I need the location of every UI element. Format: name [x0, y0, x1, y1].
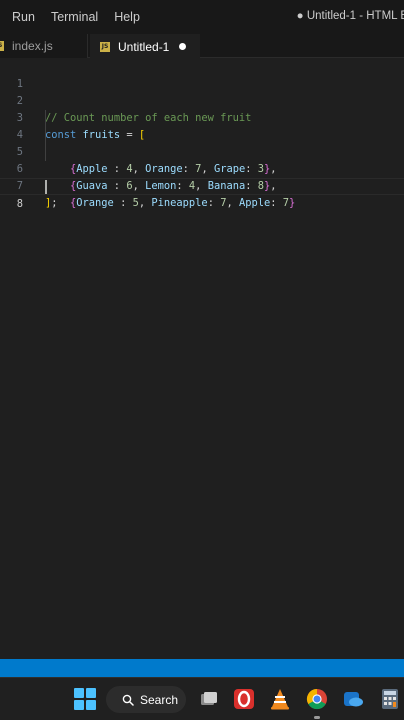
menu-help[interactable]: Help [114, 10, 140, 24]
tab-label: index.js [12, 39, 53, 53]
search-label: Search [140, 692, 179, 707]
task-view-icon[interactable] [197, 687, 221, 711]
tab-index-js[interactable]: JS index.js [0, 34, 88, 58]
tab-untitled-1[interactable]: JS Untitled-1 [90, 34, 200, 59]
menu-run[interactable]: Run [12, 10, 35, 24]
text-cursor [45, 180, 47, 194]
chrome-running-indicator [314, 716, 320, 719]
code-comma: , [138, 197, 152, 209]
windows-taskbar: Search [0, 677, 404, 720]
code-property: Pineapple [151, 197, 208, 209]
line-number: 8 [16, 198, 23, 210]
opera-icon[interactable] [232, 687, 256, 711]
status-bar [0, 659, 404, 677]
taskbar-search-button[interactable]: Search [106, 686, 186, 713]
code-separator: : [270, 197, 283, 209]
js-file-icon: JS [0, 41, 4, 51]
code-line: 2 // Count number of each new fruit [0, 76, 404, 124]
indent-guide [45, 110, 46, 127]
code-comma: , [226, 197, 239, 209]
calculator-icon[interactable] [378, 687, 402, 711]
code-property: Apple [238, 197, 271, 209]
vlc-icon[interactable] [268, 687, 292, 711]
search-icon [122, 694, 134, 706]
code-line-current: 8 [0, 178, 404, 210]
code-semicolon: ; [51, 197, 58, 209]
indent-guide [45, 127, 46, 144]
code-line: 6 {Orange : 5, Pineapple: 7, Apple: 7} [0, 144, 404, 209]
chrome-icon[interactable] [305, 687, 329, 711]
editor-tab-bar: JS index.js JS Untitled-1 [0, 34, 404, 59]
code-line: 1 [0, 59, 404, 90]
code-separator: : [207, 197, 221, 209]
code-property: Orange [76, 197, 114, 209]
code-line: 3 const fruits = [ [0, 93, 404, 141]
code-line: 7 ]; [0, 161, 404, 209]
tab-label: Untitled-1 [118, 39, 170, 54]
menu-bar: Run Terminal Help ● Untitled-1 - HTML E [0, 0, 404, 34]
menu-terminal[interactable]: Terminal [51, 10, 98, 24]
window-title: ● Untitled-1 - HTML E [296, 10, 404, 22]
unsaved-dot-icon[interactable] [179, 43, 187, 50]
onedrive-icon[interactable] [341, 687, 365, 711]
code-line: 4 {Apple : 4, Orange: 7, Grape: 3}, [0, 110, 404, 175]
code-separator: : [113, 197, 133, 209]
indent-guide [45, 144, 46, 161]
code-line: 5 {Guava : 6, Lemon: 4, Banana: 8}, [0, 127, 404, 192]
code-brace: } [289, 197, 296, 209]
windows-start-icon[interactable] [73, 687, 97, 711]
code-editor[interactable]: 1 2 // Count number of each new fruit 3 … [0, 59, 404, 659]
object-literal: {Orange : 5, Pineapple: 7, Apple: 7} [70, 195, 295, 212]
js-file-icon: JS [100, 41, 110, 52]
